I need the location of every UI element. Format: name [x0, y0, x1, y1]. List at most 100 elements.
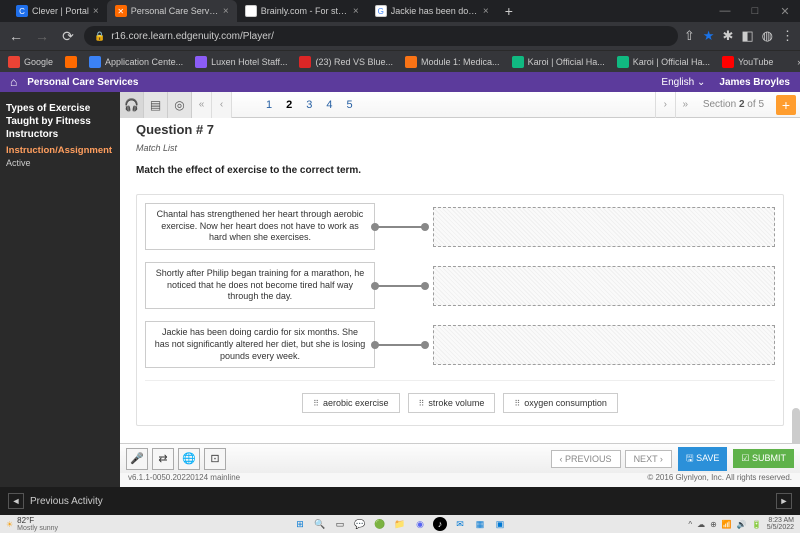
mail-icon[interactable]: ✉: [453, 517, 467, 531]
next-button[interactable]: NEXT ›: [625, 450, 672, 468]
chat-icon[interactable]: 💬: [353, 517, 367, 531]
forward-button[interactable]: →: [32, 26, 52, 46]
start-button[interactable]: ⊞: [293, 517, 307, 531]
weather-desc: Mostly sunny: [17, 525, 58, 532]
app-icon[interactable]: ▦: [473, 517, 487, 531]
taskview-icon[interactable]: ▭: [333, 517, 347, 531]
answer-chip[interactable]: ⠿oxygen consumption: [503, 393, 617, 413]
nav-next-button[interactable]: ›: [655, 92, 675, 118]
chrome-icon[interactable]: 🟢: [373, 517, 387, 531]
browser-tab[interactable]: Brainly.com - For students. By ×: [237, 0, 367, 22]
answer-label: oxygen consumption: [524, 398, 607, 408]
mic-button[interactable]: 🎤: [126, 448, 148, 470]
window-maximize[interactable]: □: [740, 5, 770, 17]
language-selector[interactable]: English ⌄: [661, 77, 705, 88]
bookmark-item[interactable]: Karoi | Official Ha...: [512, 56, 605, 68]
menu-icon[interactable]: ⋮: [781, 28, 794, 44]
page-link[interactable]: 3: [302, 97, 316, 113]
network-icon[interactable]: ⊕: [710, 520, 717, 529]
page-link-current[interactable]: 2: [282, 97, 296, 113]
sidepanel-icon[interactable]: ◧: [741, 28, 753, 44]
bookmark-label: (23) Red VS Blue...: [315, 57, 393, 67]
browser-tab[interactable]: C Clever | Portal ×: [8, 0, 107, 22]
translate-button[interactable]: ⇄: [152, 448, 174, 470]
bookmark-icon: [617, 56, 629, 68]
extensions-icon[interactable]: ✱: [722, 28, 733, 44]
page-link[interactable]: 4: [322, 97, 336, 113]
bookmark-star-icon[interactable]: ★: [703, 28, 715, 44]
windows-taskbar: ☀ 82°F Mostly sunny ⊞ 🔍 ▭ 💬 🟢 📁 ◉ ♪ ✉ ▦ …: [0, 515, 800, 533]
bookmark-item[interactable]: Application Cente...: [89, 56, 183, 68]
bookmark-item[interactable]: Google: [8, 56, 53, 68]
nav-prev-button[interactable]: ‹: [212, 92, 232, 118]
drop-target[interactable]: [433, 325, 775, 365]
new-tab-button[interactable]: +: [497, 3, 521, 19]
drop-target[interactable]: [433, 266, 775, 306]
submit-button[interactable]: ☑ SUBMIT: [733, 449, 794, 468]
question-instruction: Match the effect of exercise to the corr…: [136, 165, 784, 176]
drop-target[interactable]: [433, 207, 775, 247]
bookmark-item[interactable]: Luxen Hotel Staff...: [195, 56, 287, 68]
search-icon[interactable]: 🔍: [313, 517, 327, 531]
target-button[interactable]: ◎: [168, 92, 192, 118]
home-icon[interactable]: ⌂: [10, 75, 17, 89]
close-icon[interactable]: ×: [223, 6, 229, 17]
audio-button[interactable]: 🎧: [120, 92, 144, 118]
tab-label: Brainly.com - For students. By: [261, 6, 349, 16]
url-input[interactable]: 🔒 r16.core.learn.edgenuity.com/Player/: [84, 26, 678, 46]
save-button[interactable]: 🖫 SAVE: [678, 447, 728, 471]
prev-activity-label[interactable]: Previous Activity: [30, 496, 103, 507]
reload-button[interactable]: ⟳: [58, 26, 78, 46]
close-icon[interactable]: ×: [93, 6, 99, 17]
explorer-icon[interactable]: 📁: [393, 517, 407, 531]
frame-toolbar: 🎧 ▤ ◎ « ‹ 1 2 3 4 5 › » Section 2 of 5 +: [120, 92, 800, 118]
bookmark-icon: [8, 56, 20, 68]
bookmark-item[interactable]: (23) Red VS Blue...: [299, 56, 393, 68]
answer-chip[interactable]: ⠿stroke volume: [408, 393, 496, 413]
page-link[interactable]: 1: [262, 97, 276, 113]
close-icon[interactable]: ×: [483, 6, 489, 17]
battery-icon[interactable]: 🔋: [752, 520, 762, 529]
tiktok-icon[interactable]: ♪: [433, 517, 447, 531]
onedrive-icon[interactable]: ☁: [697, 520, 705, 529]
answer-chip[interactable]: ⠿aerobic exercise: [302, 393, 399, 413]
prev-activity-arrow[interactable]: ◄: [8, 493, 24, 509]
discord-icon[interactable]: ◉: [413, 517, 427, 531]
add-button[interactable]: +: [776, 95, 796, 115]
system-tray[interactable]: ^ ☁ ⊕ 📶 🔊 🔋 8:23 AM 5/5/2022: [688, 517, 794, 531]
fullscreen-button[interactable]: ⊡: [204, 448, 226, 470]
window-minimize[interactable]: —: [710, 5, 740, 17]
browser-tab[interactable]: G Jackie has been doing cardio f ×: [367, 0, 497, 22]
bookmark-item[interactable]: Module 1: Medica...: [405, 56, 500, 68]
favicon-icon: [245, 5, 257, 17]
close-icon[interactable]: ×: [353, 6, 359, 17]
next-activity-arrow[interactable]: ►: [776, 493, 792, 509]
bookmark-item[interactable]: YouTube: [722, 56, 773, 68]
favicon-icon: C: [16, 5, 28, 17]
app-icon[interactable]: ▣: [493, 517, 507, 531]
bookmarks-bar: Google Application Cente... Luxen Hotel …: [0, 50, 800, 72]
scrollbar-thumb[interactable]: [792, 408, 800, 443]
nav-last-button[interactable]: »: [675, 92, 695, 118]
activity-nav-bar: ◄ Previous Activity ►: [0, 487, 800, 515]
bookmark-item[interactable]: [65, 56, 77, 68]
clock[interactable]: 8:23 AM 5/5/2022: [767, 517, 794, 531]
outline-button[interactable]: ▤: [144, 92, 168, 118]
browser-tab[interactable]: ✕ Personal Care Services - Edgen ×: [107, 0, 237, 22]
wifi-icon[interactable]: 📶: [722, 520, 732, 529]
bookmark-item[interactable]: Karoi | Official Ha...: [617, 56, 710, 68]
page-link[interactable]: 5: [343, 97, 357, 113]
prompt-box: Chantal has strengthened her heart throu…: [145, 203, 375, 250]
temperature: 82°F: [17, 517, 58, 525]
previous-button[interactable]: ‹ PREVIOUS: [551, 450, 621, 468]
share-icon[interactable]: ⇧: [684, 28, 695, 44]
globe-button[interactable]: 🌐: [178, 448, 200, 470]
tray-chevron-icon[interactable]: ^: [688, 520, 692, 529]
volume-icon[interactable]: 🔊: [737, 520, 747, 529]
nav-first-button[interactable]: «: [192, 92, 212, 118]
back-button[interactable]: ←: [6, 26, 26, 46]
profile-avatar-icon[interactable]: ◍: [762, 28, 773, 44]
weather-widget[interactable]: ☀ 82°F Mostly sunny: [6, 517, 58, 532]
user-name[interactable]: James Broyles: [719, 77, 790, 88]
window-close[interactable]: ✕: [770, 5, 800, 18]
